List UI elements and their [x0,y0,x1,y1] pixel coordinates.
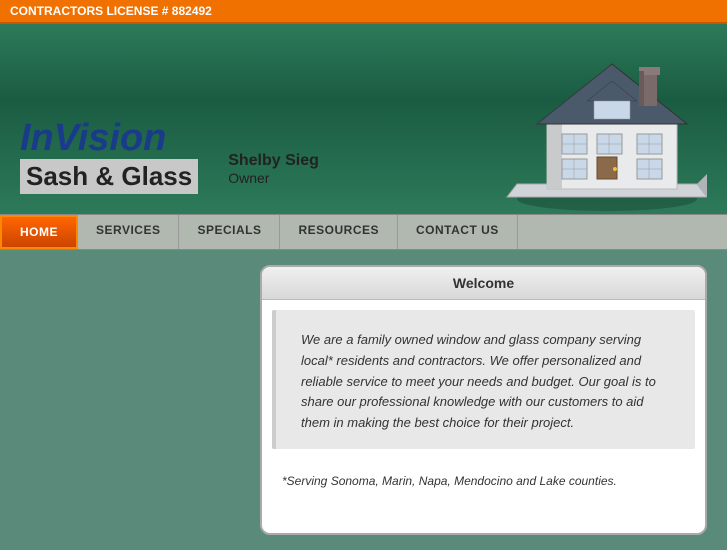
logo-text: InVision Sash & Glass [20,119,198,194]
serving-note: *Serving Sonoma, Marin, Napa, Mendocino … [262,459,705,503]
nav-home[interactable]: HOME [0,215,78,249]
navbar: HOME SERVICES SPECIALS RESOURCES CONTACT… [0,214,727,250]
owner-title: Owner [228,170,319,186]
welcome-body: We are a family owned window and glass c… [272,310,695,449]
nav-specials[interactable]: SPECIALS [179,215,280,249]
license-text: CONTRACTORS LICENSE # 882492 [10,4,212,18]
welcome-panel: Welcome We are a family owned window and… [260,265,707,535]
invision-label: InVision [20,117,166,159]
owner-info: Shelby Sieg Owner [228,152,319,186]
sash-glass-label: Sash & Glass [20,159,198,194]
header-content: InVision Sash & Glass Shelby Sieg Owner [0,109,339,214]
welcome-text: We are a family owned window and glass c… [301,330,670,434]
main-content: Welcome We are a family owned window and… [0,250,727,550]
house-illustration [497,29,707,214]
invision-title: InVision [20,119,198,157]
nav-contact[interactable]: CONTACT US [398,215,518,249]
nav-services[interactable]: SERVICES [78,215,179,249]
license-bar: CONTRACTORS LICENSE # 882492 [0,0,727,24]
owner-name: Shelby Sieg [228,152,319,170]
header: InVision Sash & Glass Shelby Sieg Owner [0,24,727,214]
nav-resources[interactable]: RESOURCES [280,215,398,249]
left-spacer [20,265,260,535]
welcome-header: Welcome [262,267,705,300]
